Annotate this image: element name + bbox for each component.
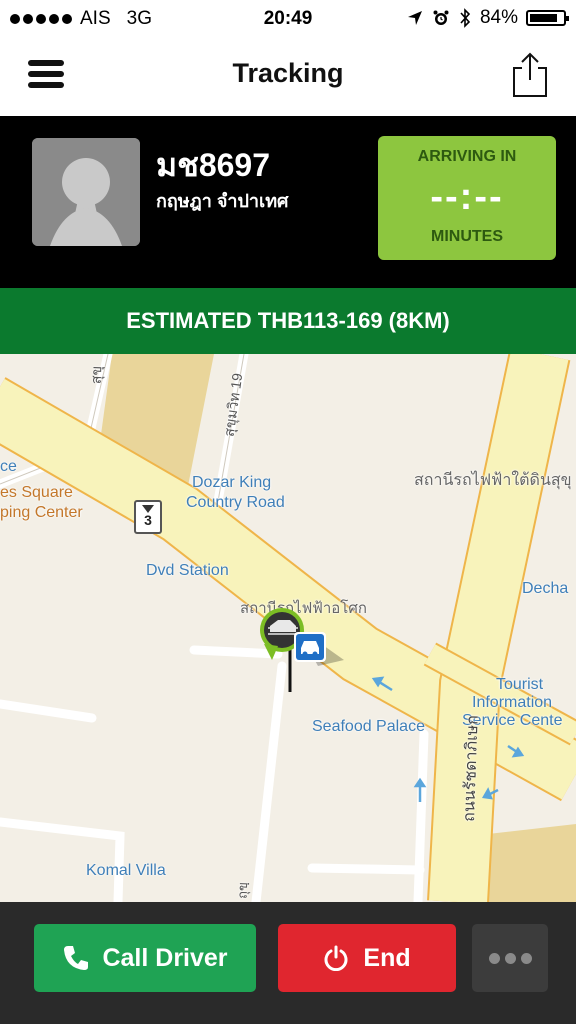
map-view[interactable]: สุขุ สุขุมวิท 19 ce es Square ping Cente… bbox=[0, 354, 576, 902]
battery-percent: 84% bbox=[479, 7, 518, 28]
alarm-icon bbox=[433, 10, 449, 25]
map-label: Dvd Station bbox=[146, 562, 229, 579]
car-pin-icon[interactable] bbox=[248, 604, 358, 694]
nav-bar: Tracking bbox=[0, 38, 576, 116]
map-label: Komal Villa bbox=[86, 862, 166, 879]
end-button[interactable]: End bbox=[278, 924, 456, 992]
eta-label-top: ARRIVING IN bbox=[417, 148, 517, 165]
eta-label-bottom: MINUTES bbox=[431, 228, 503, 245]
map-label: es Square bbox=[0, 484, 73, 501]
map-label: Seafood Palace bbox=[312, 718, 425, 735]
shield-number: 3 bbox=[144, 512, 152, 528]
battery-icon bbox=[526, 10, 569, 26]
eta-time: --:-- bbox=[430, 176, 504, 218]
end-label: End bbox=[363, 943, 411, 972]
power-icon bbox=[324, 945, 348, 971]
road-label: ถุขฺ bbox=[234, 881, 251, 900]
default-avatar-icon bbox=[32, 138, 140, 246]
driver-panel: มช8697 กฤษฎา จำปาเทศ ARRIVING IN --:-- M… bbox=[0, 116, 576, 288]
driver-name: กฤษฎา จำปาเทศ bbox=[156, 191, 289, 211]
call-driver-label: Call Driver bbox=[102, 943, 228, 972]
map-label: Tourist bbox=[496, 676, 544, 693]
bluetooth-icon bbox=[460, 8, 471, 28]
call-driver-button[interactable]: Call Driver bbox=[34, 924, 256, 992]
road-label: สุขุ bbox=[87, 365, 105, 385]
map-label: สถานีรถไฟฟ้าใต้ดินสุขุ bbox=[414, 472, 572, 489]
highway-shield-icon: 3 bbox=[134, 500, 162, 534]
phone-icon bbox=[64, 946, 89, 970]
map-label: Dozar King bbox=[192, 474, 272, 491]
more-dots-icon[interactable] bbox=[472, 924, 548, 992]
map-label: ce bbox=[0, 458, 17, 475]
license-plate: มช8697 bbox=[156, 147, 270, 183]
status-bar: AIS 3G 20:49 84% bbox=[0, 0, 576, 38]
location-arrow-icon bbox=[407, 11, 422, 25]
map-label: Decha bbox=[522, 580, 569, 597]
share-icon[interactable] bbox=[510, 50, 550, 100]
action-bar: Call Driver End bbox=[0, 902, 576, 1024]
page-title: Tracking bbox=[232, 58, 344, 88]
eta-box: ARRIVING IN --:-- MINUTES bbox=[378, 136, 556, 260]
map-building bbox=[480, 824, 576, 902]
map-label: Information bbox=[472, 694, 553, 711]
fare-estimate-banner: ESTIMATED THB113-169 (8KM) bbox=[0, 288, 576, 354]
road-label: ถนนรัชดาภิเษก bbox=[460, 714, 482, 823]
map-label: Country Road bbox=[186, 494, 285, 511]
status-right: 84% bbox=[406, 7, 569, 29]
map-label: ping Center bbox=[0, 504, 83, 521]
